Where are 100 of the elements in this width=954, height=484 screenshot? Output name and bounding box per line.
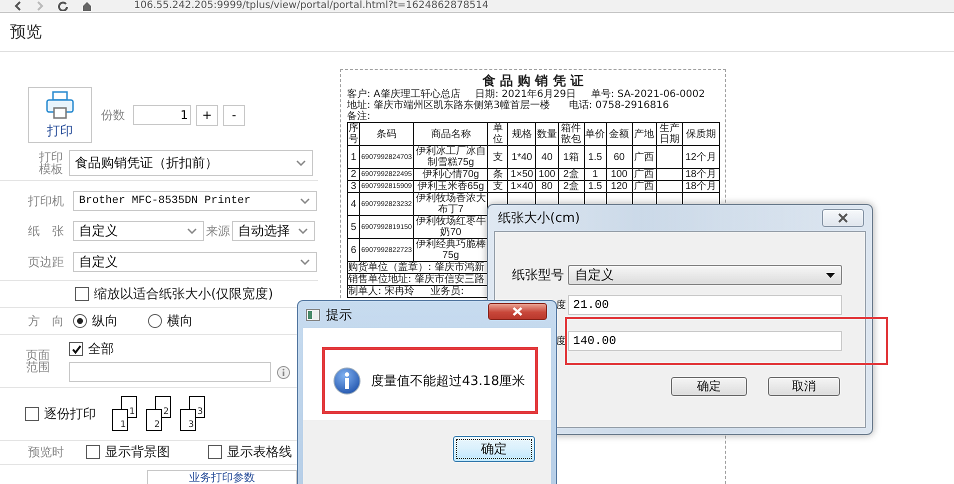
reload-icon[interactable] — [58, 1, 68, 11]
dropdown[interactable]: 自定义 — [73, 221, 204, 241]
table-cell: 1 — [348, 146, 360, 168]
column-header: 单位 — [488, 122, 508, 146]
close-button[interactable] — [488, 303, 547, 320]
printer-icon — [45, 90, 75, 120]
column-header: 数量 — [536, 122, 558, 146]
width-field[interactable]: 21.00 — [568, 295, 842, 315]
chevron-icon — [298, 228, 308, 234]
checkbox-label: 显示表格线 — [227, 444, 292, 461]
paper-type-dropdown[interactable]: 自定义 — [568, 265, 842, 285]
column-header: 生产日期 — [656, 122, 682, 146]
paper-type-label: 纸张型号 — [511, 267, 565, 284]
close-icon — [512, 307, 523, 316]
table-cell: 1.5 — [584, 146, 606, 168]
checkbox[interactable] — [25, 407, 39, 421]
checkbox-label: 缩放以适合纸张大小(仅限宽度) — [94, 286, 274, 303]
decrement-button[interactable]: - — [223, 104, 245, 126]
table-cell: 伊利心情70g — [414, 168, 488, 180]
checkbox[interactable] — [75, 287, 89, 301]
column-header: 序号 — [348, 122, 360, 146]
table-cell: 12个月 — [682, 146, 720, 168]
table-cell: 广西 — [632, 168, 656, 180]
phone-text: 电话: 0758-2916816 — [568, 100, 669, 111]
table-cell: 1*40 — [508, 146, 536, 168]
column-header: 规格 — [508, 122, 536, 146]
page-number: 2 — [163, 407, 169, 417]
radio-button[interactable] — [73, 314, 87, 328]
close-icon — [838, 213, 848, 223]
table-cell: 40 — [536, 146, 558, 168]
chevron-icon — [300, 198, 310, 204]
dialog-title: 提示 — [326, 306, 352, 324]
table-cell: 3 — [348, 180, 360, 192]
radio-label: 横向 — [167, 313, 193, 330]
height-field[interactable]: 140.00 — [568, 331, 842, 351]
table-cell: 100 — [606, 168, 632, 180]
margin-label: 页边距 — [28, 254, 65, 270]
date-text: 日期: 2021年6月29日 — [475, 89, 576, 100]
page-title: 预览 — [10, 22, 42, 42]
dropdown[interactable]: Brother MFC-8535DN Printer — [73, 191, 317, 211]
preview-label: 预览时 — [28, 444, 65, 461]
table-cell: 2 — [348, 168, 360, 180]
copies-label: 份数 — [101, 106, 125, 124]
checkbox[interactable] — [208, 445, 222, 459]
checkbox[interactable] — [69, 342, 83, 356]
page-number: 3 — [188, 420, 194, 430]
table-cell: 2盒 — [558, 180, 584, 192]
page-range-field[interactable] — [69, 362, 271, 382]
home-icon[interactable] — [82, 1, 92, 11]
column-header: 保质期 — [682, 122, 720, 146]
table-cell: 伊利冰工厂冰自制雪糕75g — [414, 146, 488, 168]
table-cell: 1 — [584, 168, 606, 180]
footer-text: 制单人: 宋冉玲 — [348, 286, 415, 297]
checkbox[interactable] — [86, 445, 100, 459]
dropdown[interactable]: 自动选择 — [232, 221, 315, 241]
table-cell: 2盒 — [558, 168, 584, 180]
close-button[interactable] — [822, 209, 864, 227]
print-settings-button[interactable]: 业务打印参数 — [147, 470, 297, 484]
page-number: 2 — [154, 420, 160, 430]
table-cell: 6 — [348, 238, 360, 262]
table-cell: 广西 — [632, 180, 656, 192]
back-icon[interactable] — [14, 1, 22, 11]
page-number: 3 — [197, 407, 203, 417]
chevron-icon — [296, 160, 306, 166]
table-cell: 80 — [536, 180, 558, 192]
column-header: 箱件散包 — [558, 122, 584, 146]
chevron-icon — [187, 228, 197, 234]
column-header: 金额 — [606, 122, 632, 146]
info-icon[interactable] — [277, 366, 290, 378]
alert-message: 度量值不能超过43.18厘米 — [371, 372, 526, 390]
info-icon — [333, 366, 361, 394]
column-header: 产地 — [632, 122, 656, 146]
customer-text: 客户: A肇庆理工轩心总店 — [347, 89, 460, 100]
table-cell: 支 — [488, 180, 508, 192]
ok-button[interactable]: 确定 — [671, 377, 747, 396]
footer-text: 销售单位地址: 肇庆市信安三路 — [348, 274, 485, 285]
page-number: 1 — [129, 407, 135, 417]
dropdown[interactable]: 自定义 — [73, 252, 317, 272]
table-cell: 支 — [488, 146, 508, 168]
copies-field[interactable]: 1 — [133, 105, 191, 125]
cancel-button[interactable]: 取消 — [768, 377, 840, 396]
table-cell: 条 — [488, 168, 508, 180]
page-number: 1 — [120, 420, 126, 430]
template-dropdown[interactable]: 食品购销凭证（折扣前） — [69, 150, 313, 176]
caret-icon — [826, 272, 835, 278]
table-cell: 1.5 — [584, 180, 606, 192]
ok-button[interactable]: 确定 — [453, 436, 535, 462]
chevron-icon — [300, 259, 310, 265]
table-cell: 18个月 — [682, 168, 720, 180]
increment-button[interactable]: + — [196, 104, 218, 126]
radio-button[interactable] — [148, 314, 162, 328]
print-button[interactable]: 打印 — [28, 87, 92, 143]
template-label: 打印模板 — [39, 151, 63, 175]
checkbox-label: 显示背景图 — [105, 444, 170, 461]
height-label: 度 — [556, 336, 566, 347]
paper-label: 纸 张 — [28, 222, 65, 240]
table-cell: 1×40 — [508, 180, 536, 192]
width-label: 度 — [556, 300, 566, 311]
table-cell: 60 — [606, 146, 632, 168]
number-text: 单号: SA-2021-06-0002 — [590, 89, 705, 100]
